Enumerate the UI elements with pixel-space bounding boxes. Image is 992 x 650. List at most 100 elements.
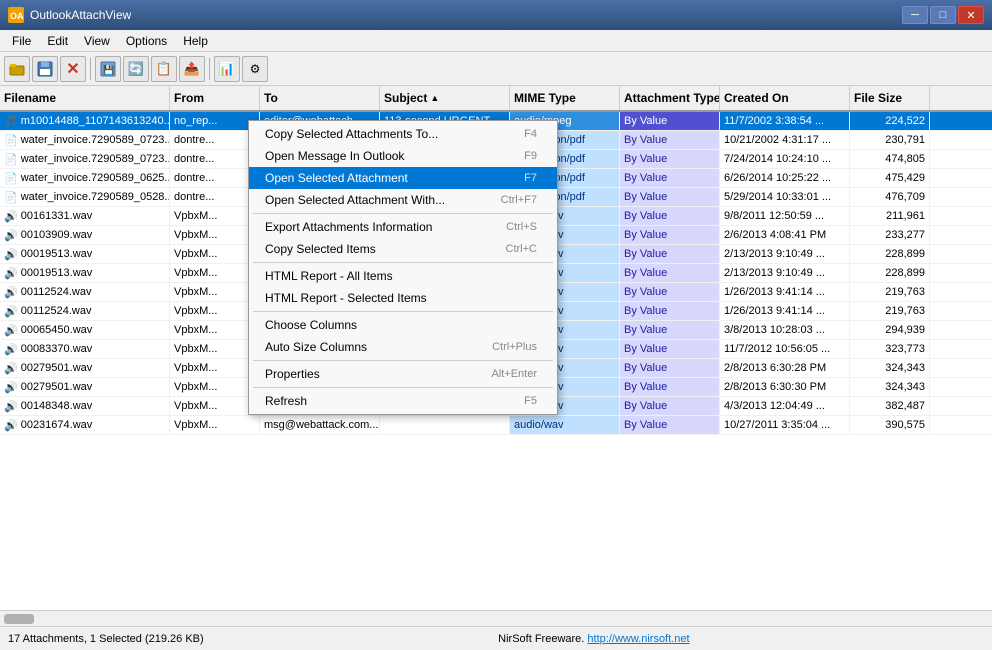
file-icon: 🎵: [4, 115, 18, 128]
cell-size: 211,961: [850, 207, 930, 225]
horizontal-scrollbar[interactable]: [0, 610, 992, 626]
context-menu-separator: [253, 262, 553, 263]
cell-created: 2/6/2013 4:08:41 PM: [720, 226, 850, 244]
context-menu-item-6[interactable]: HTML Report - All Items: [249, 265, 557, 287]
cell-size: 390,575: [850, 416, 930, 434]
table-row[interactable]: 🔊 00231674.wav VpbxM... msg@webattack.co…: [0, 416, 992, 435]
cell-size: 219,763: [850, 302, 930, 320]
col-header-subject[interactable]: Subject ▲: [380, 86, 510, 110]
cell-attach: By Value: [620, 131, 720, 149]
context-menu-item-8[interactable]: Choose Columns: [249, 314, 557, 336]
titlebar-left: OA OutlookAttachView: [8, 7, 131, 23]
maximize-button[interactable]: □: [930, 6, 956, 24]
cell-to: msg@webattack.com... Voice from (351) 3n…: [260, 416, 380, 434]
col-header-mime[interactable]: MIME Type: [510, 86, 620, 110]
ctx-item-label: Choose Columns: [265, 318, 357, 332]
context-menu-item-2[interactable]: Open Selected Attachment F7: [249, 167, 557, 189]
cell-filename: 📄 water_invoice.7290589_0625...: [0, 169, 170, 187]
cell-created: 10/27/2011 3:35:04 ...: [720, 416, 850, 434]
file-icon: 📄: [4, 191, 18, 204]
cell-attach: By Value: [620, 245, 720, 263]
col-header-size[interactable]: File Size: [850, 86, 930, 110]
cell-attach: By Value: [620, 283, 720, 301]
ctx-item-shortcut: F5: [524, 395, 537, 407]
context-menu-item-11[interactable]: Refresh F5: [249, 390, 557, 412]
context-menu-item-7[interactable]: HTML Report - Selected Items: [249, 287, 557, 309]
file-icon: 🔊: [4, 400, 18, 413]
toolbar-refresh-button[interactable]: 🔄: [123, 56, 149, 82]
cell-attach: By Value: [620, 226, 720, 244]
context-menu-item-4[interactable]: Export Attachments Information Ctrl+S: [249, 216, 557, 238]
cell-size: 323,773: [850, 340, 930, 358]
toolbar-delete-button[interactable]: ✕: [60, 56, 86, 82]
col-header-filename[interactable]: Filename: [0, 86, 170, 110]
cell-size: 228,899: [850, 245, 930, 263]
menu-options[interactable]: Options: [118, 30, 175, 51]
context-menu-item-0[interactable]: Copy Selected Attachments To... F4: [249, 123, 557, 145]
cell-created: 2/13/2013 9:10:49 ...: [720, 264, 850, 282]
file-icon: 📄: [4, 153, 18, 166]
cell-created: 2/13/2013 9:10:49 ...: [720, 245, 850, 263]
col-header-created[interactable]: Created On: [720, 86, 850, 110]
cell-attach: By Value: [620, 150, 720, 168]
cell-filename: 🔊 00231674.wav: [0, 416, 170, 434]
toolbar-export2-button[interactable]: 📤: [179, 56, 205, 82]
toolbar-separator-1: [90, 58, 91, 80]
hscroll-thumb[interactable]: [4, 614, 34, 624]
cell-from: dontre...: [170, 150, 260, 168]
nirsoft-link[interactable]: http://www.nirsoft.net: [587, 633, 689, 645]
cell-filename: 🔊 00083370.wav: [0, 340, 170, 358]
cell-attach: By Value: [620, 112, 720, 130]
toolbar-copy-button[interactable]: 📋: [151, 56, 177, 82]
file-icon: 🔊: [4, 305, 18, 318]
minimize-button[interactable]: ─: [902, 6, 928, 24]
context-menu-item-3[interactable]: Open Selected Attachment With... Ctrl+F7: [249, 189, 557, 211]
file-icon: 🔊: [4, 210, 18, 223]
cell-created: 2/8/2013 6:30:28 PM: [720, 359, 850, 377]
col-header-to[interactable]: To: [260, 86, 380, 110]
cell-size: 476,709: [850, 188, 930, 206]
file-icon: 📄: [4, 172, 18, 185]
toolbar-save-button[interactable]: [32, 56, 58, 82]
cell-attach: By Value: [620, 169, 720, 187]
toolbar-report-button[interactable]: 📊: [214, 56, 240, 82]
toolbar-export-button[interactable]: 💾: [95, 56, 121, 82]
cell-created: 5/29/2014 10:33:01 ...: [720, 188, 850, 206]
file-icon: 🔊: [4, 248, 18, 261]
cell-from: VpbxM...: [170, 397, 260, 415]
ctx-item-shortcut: Ctrl+S: [506, 221, 537, 233]
cell-attach: By Value: [620, 264, 720, 282]
cell-filename: 🎵 m10014488_1107143613240...: [0, 112, 170, 130]
cell-from: VpbxM...: [170, 416, 260, 434]
cell-size: 294,939: [850, 321, 930, 339]
cell-from: VpbxM...: [170, 340, 260, 358]
menu-edit[interactable]: Edit: [39, 30, 76, 51]
col-header-from[interactable]: From: [170, 86, 260, 110]
file-icon: 🔊: [4, 419, 18, 432]
cell-filename: 🔊 00112524.wav: [0, 302, 170, 320]
context-menu-item-5[interactable]: Copy Selected Items Ctrl+C: [249, 238, 557, 260]
menu-help[interactable]: Help: [175, 30, 216, 51]
context-menu-item-9[interactable]: Auto Size Columns Ctrl+Plus: [249, 336, 557, 358]
status-text: 17 Attachments, 1 Selected (219.26 KB): [8, 633, 204, 645]
cell-filename: 🔊 00103909.wav: [0, 226, 170, 244]
cell-from: dontre...: [170, 131, 260, 149]
cell-attach: By Value: [620, 340, 720, 358]
cell-from: VpbxM...: [170, 359, 260, 377]
menu-view[interactable]: View: [76, 30, 118, 51]
cell-filename: 🔊 00019513.wav: [0, 264, 170, 282]
cell-from: VpbxM...: [170, 226, 260, 244]
toolbar-open-button[interactable]: [4, 56, 30, 82]
file-icon: 🔊: [4, 362, 18, 375]
menu-file[interactable]: File: [4, 30, 39, 51]
cell-size: 230,791: [850, 131, 930, 149]
toolbar-props-button[interactable]: ⚙: [242, 56, 268, 82]
window-controls: ─ □ ✕: [902, 6, 984, 24]
context-menu: Copy Selected Attachments To... F4 Open …: [248, 120, 558, 415]
cell-created: 6/26/2014 10:25:22 ...: [720, 169, 850, 187]
close-button[interactable]: ✕: [958, 6, 984, 24]
context-menu-item-10[interactable]: Properties Alt+Enter: [249, 363, 557, 385]
cell-size: 324,343: [850, 359, 930, 377]
col-header-attach[interactable]: Attachment Type: [620, 86, 720, 110]
context-menu-item-1[interactable]: Open Message In Outlook F9: [249, 145, 557, 167]
